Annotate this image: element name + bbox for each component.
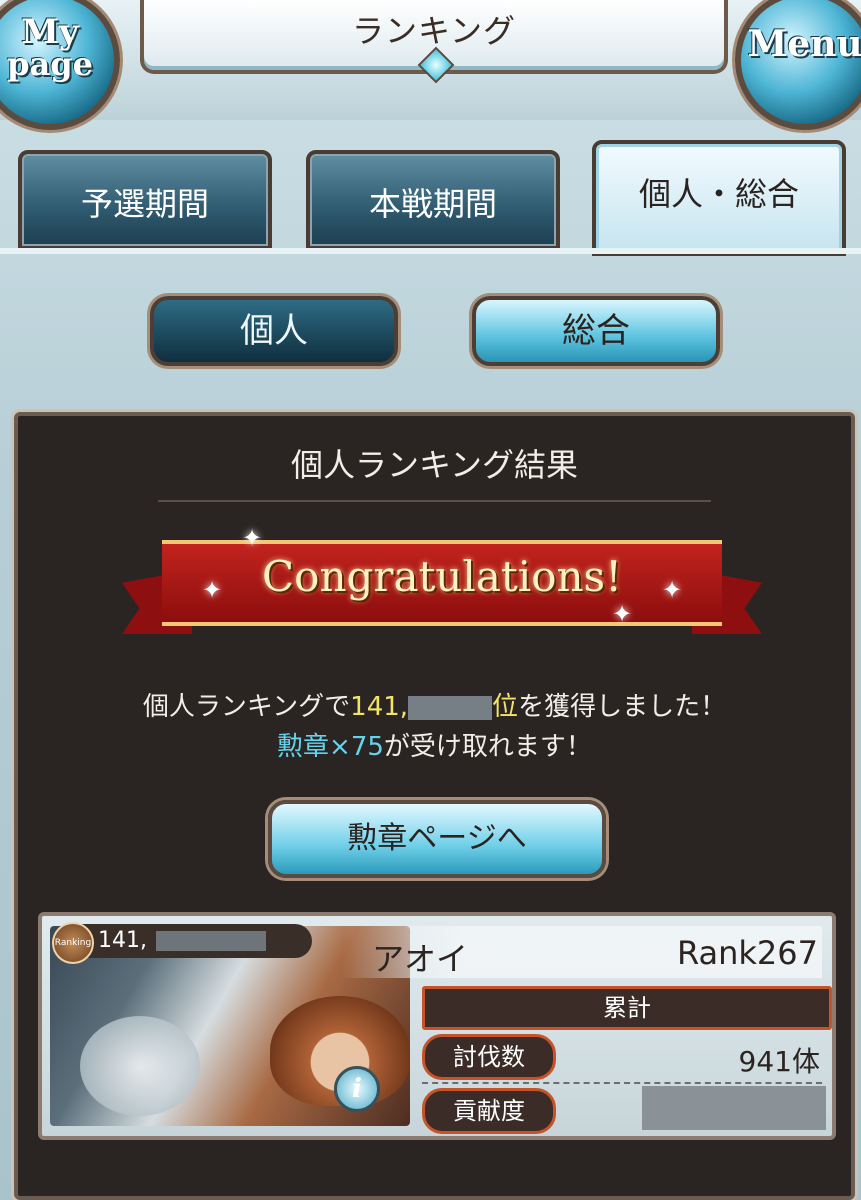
ranking-chip: Ranking 141,	[52, 922, 312, 964]
reward-suffix: が受け取れます！	[383, 732, 592, 762]
sparkle-icon: ✦	[202, 576, 223, 604]
player-name: アオイ	[372, 940, 469, 978]
ranking-emblem-icon: Ranking	[52, 922, 94, 964]
reward-item: 勲章×75	[277, 732, 384, 762]
total-header: 累計	[422, 986, 832, 1030]
kills-value: 941体	[738, 1045, 820, 1078]
message-prefix: 個人ランキングで	[142, 692, 351, 722]
sparkle-icon: ✦	[612, 600, 633, 628]
rank-value: 141,	[350, 692, 409, 722]
individual-button[interactable]: 個人	[150, 296, 398, 366]
portrait-figure	[80, 1016, 200, 1116]
player-card: Ranking 141, i アオイ Rank267 累計 討伐数 941体 貢…	[38, 912, 836, 1140]
reward-message: 勲章×75が受け取れます！	[18, 726, 851, 763]
sparkle-icon: ✦	[662, 576, 683, 604]
player-rank: Rank267	[676, 934, 818, 972]
page-title: ランキング	[351, 12, 517, 50]
menu-button[interactable]: Menu	[735, 0, 861, 130]
redacted-block	[408, 695, 493, 720]
title-plate: ランキング	[140, 0, 728, 84]
tab-individual-overall[interactable]: 個人・総合	[592, 140, 846, 256]
info-icon[interactable]: i	[334, 1066, 380, 1112]
congratulations-banner: Congratulations! ✦ ✦ ✦ ✦	[122, 524, 762, 636]
medal-page-button[interactable]: 勲章ページへ	[268, 800, 606, 878]
period-tabs: 予選期間 本戦期間 個人・総合	[0, 140, 861, 260]
menu-label: Menu	[747, 23, 861, 65]
sparkle-icon: ✦	[242, 524, 263, 552]
tab-underline	[0, 248, 861, 254]
mypage-label-line2: page	[7, 45, 93, 83]
message-suffix: を獲得しました！	[518, 692, 727, 722]
redacted-block	[642, 1086, 826, 1130]
tab-preliminary[interactable]: 予選期間	[18, 150, 272, 250]
mypage-button[interactable]: My page	[0, 0, 120, 130]
gem-icon	[417, 46, 455, 84]
dashed-divider	[422, 1082, 822, 1084]
results-panel: 個人ランキング結果 Congratulations! ✦ ✦ ✦ ✦ 個人ランキ…	[14, 412, 855, 1200]
contribution-label: 貢献度	[422, 1088, 556, 1134]
top-header: ランキング My page Menu	[0, 0, 861, 130]
result-message: 個人ランキングで141, 位を獲得しました！	[18, 686, 851, 723]
panel-title: 個人ランキング結果	[290, 446, 579, 484]
kills-label: 討伐数	[422, 1034, 556, 1080]
overall-button[interactable]: 総合	[472, 296, 720, 366]
divider	[158, 500, 711, 502]
ranking-value: 141,	[98, 928, 147, 953]
tab-finals[interactable]: 本戦期間	[306, 150, 560, 250]
rank-suffix: 位	[492, 692, 519, 722]
redacted-block	[156, 931, 266, 951]
